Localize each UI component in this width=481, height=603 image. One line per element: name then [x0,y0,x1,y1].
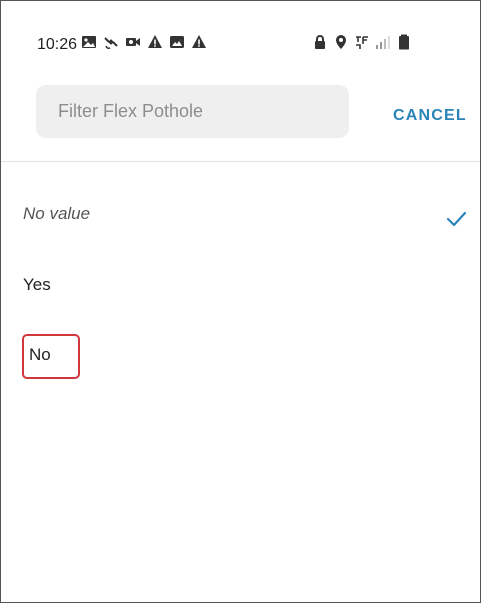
status-time: 10:26 [37,36,78,53]
search-box[interactable] [36,85,349,138]
check-icon [445,208,467,230]
lock-icon [312,34,328,50]
warning-icon [147,34,163,50]
satellite-icon [103,34,119,50]
location-icon [333,34,349,50]
option-label: No value [23,204,91,223]
signal-icon [375,34,391,50]
search-input[interactable] [58,85,338,138]
option-no-value[interactable]: No value [1,172,480,242]
option-no[interactable]: No [1,320,480,390]
app-frame: 10:26 Filter Flex Pothole CANCEL No valu… [0,0,481,603]
notification-icons [81,34,207,50]
filter-header: CANCEL [1,81,480,162]
option-label: Yes [23,275,51,294]
gallery-icon [81,34,97,50]
option-label: No [29,345,51,364]
option-yes[interactable]: Yes [1,248,480,318]
image-icon [169,34,185,50]
battery-icon [396,34,412,50]
meet-icon [125,34,141,50]
cancel-button[interactable]: CANCEL [393,107,467,125]
status-bar: 10:26 [1,1,480,81]
system-icons [312,34,412,50]
warning-icon [191,34,207,50]
wifi-calling-icon [354,34,370,50]
